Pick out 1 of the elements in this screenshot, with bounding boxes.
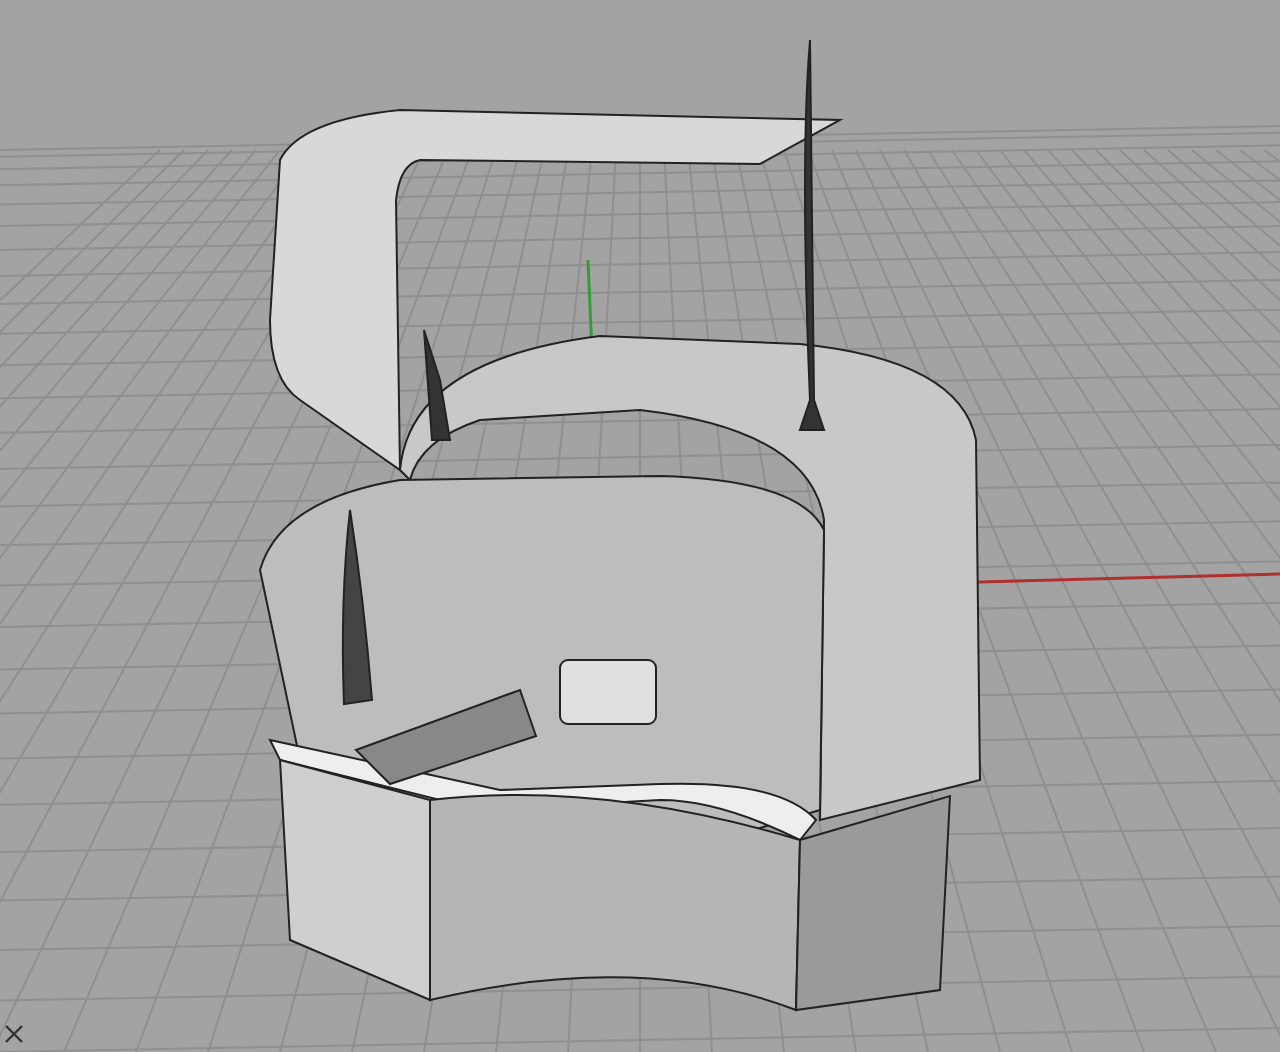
axis-gizmo-icon [5, 1025, 23, 1043]
